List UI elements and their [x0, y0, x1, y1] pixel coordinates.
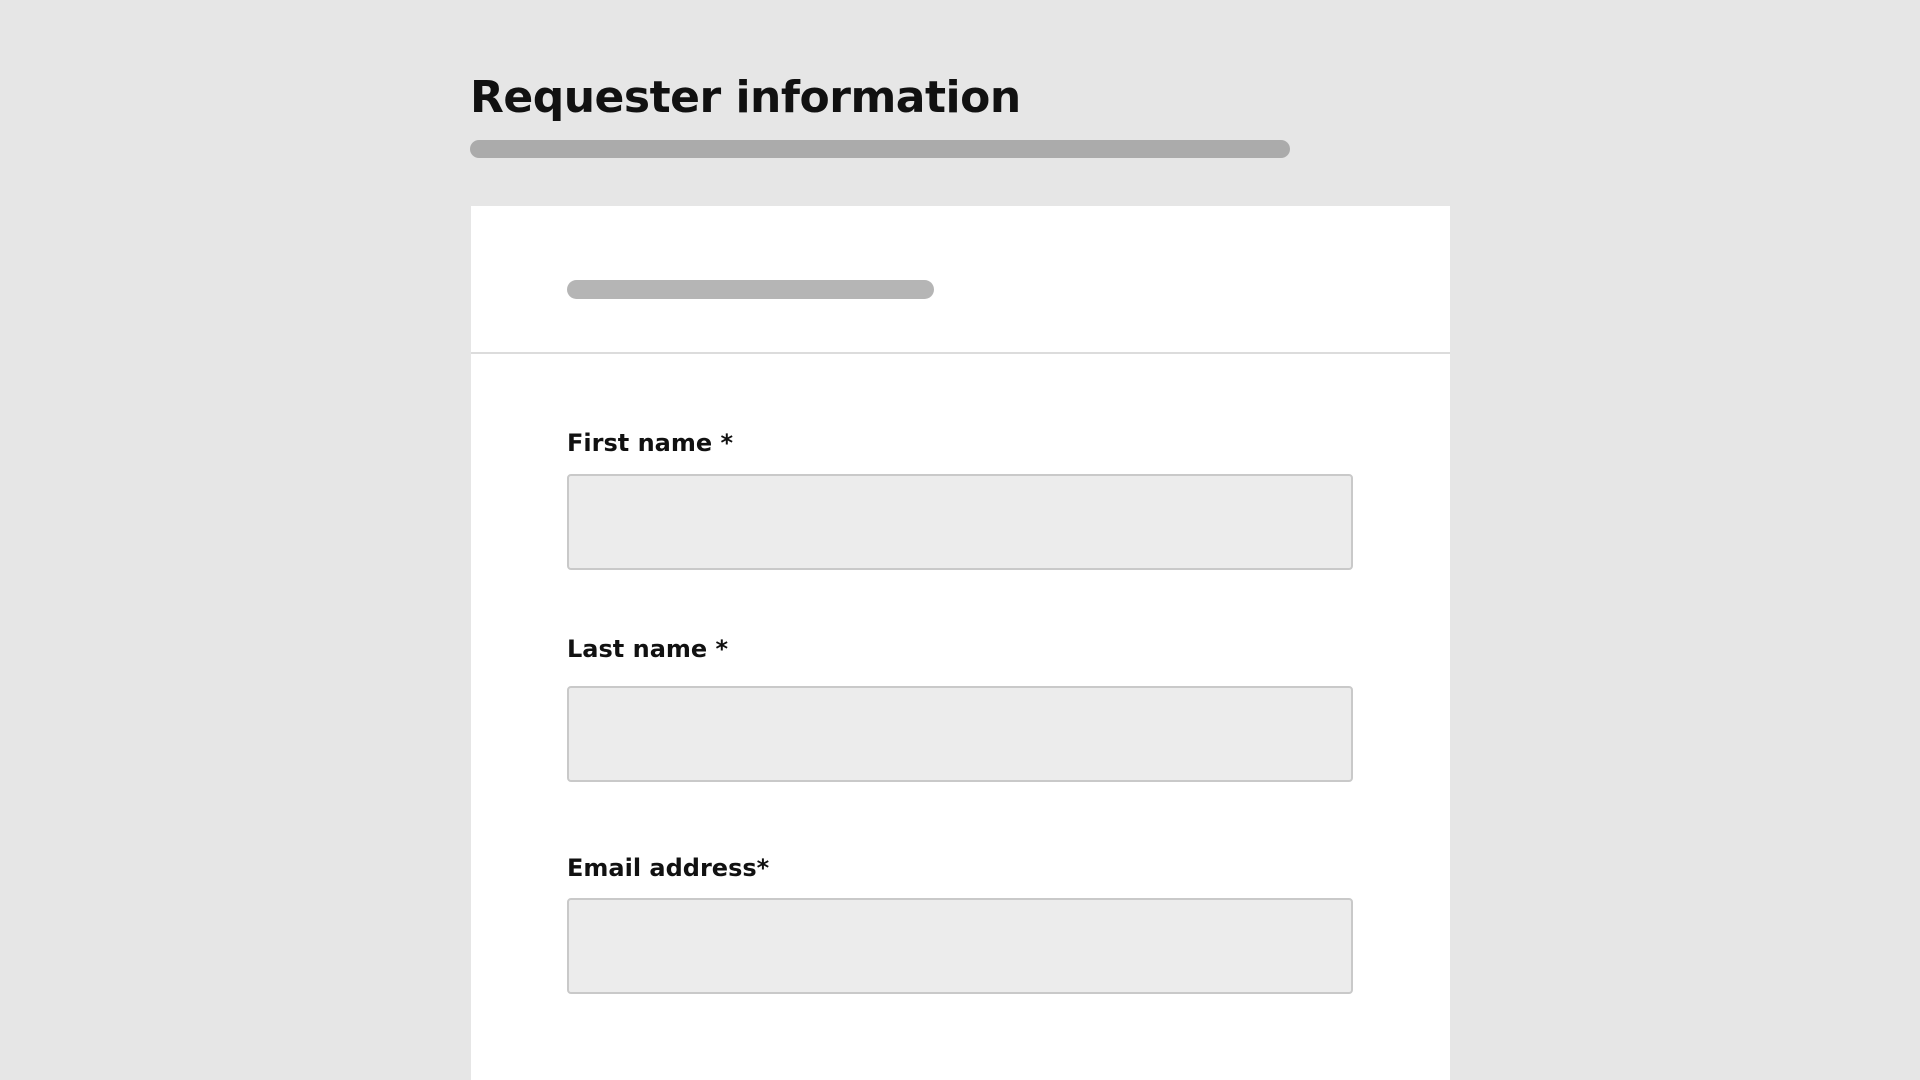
last-name-input[interactable]: [567, 686, 1353, 782]
first-name-label: First name *: [567, 429, 734, 457]
first-name-input[interactable]: [567, 474, 1353, 570]
card-header: [471, 206, 1450, 354]
email-address-label: Email address*: [567, 854, 770, 882]
page-title: Requester information: [470, 72, 1021, 123]
email-address-input[interactable]: [567, 898, 1353, 994]
title-placeholder-bar: [470, 140, 1290, 158]
form-card: First name * Last name * Email address*: [471, 206, 1450, 1080]
last-name-label: Last name *: [567, 635, 729, 663]
header-placeholder-bar: [567, 280, 934, 299]
